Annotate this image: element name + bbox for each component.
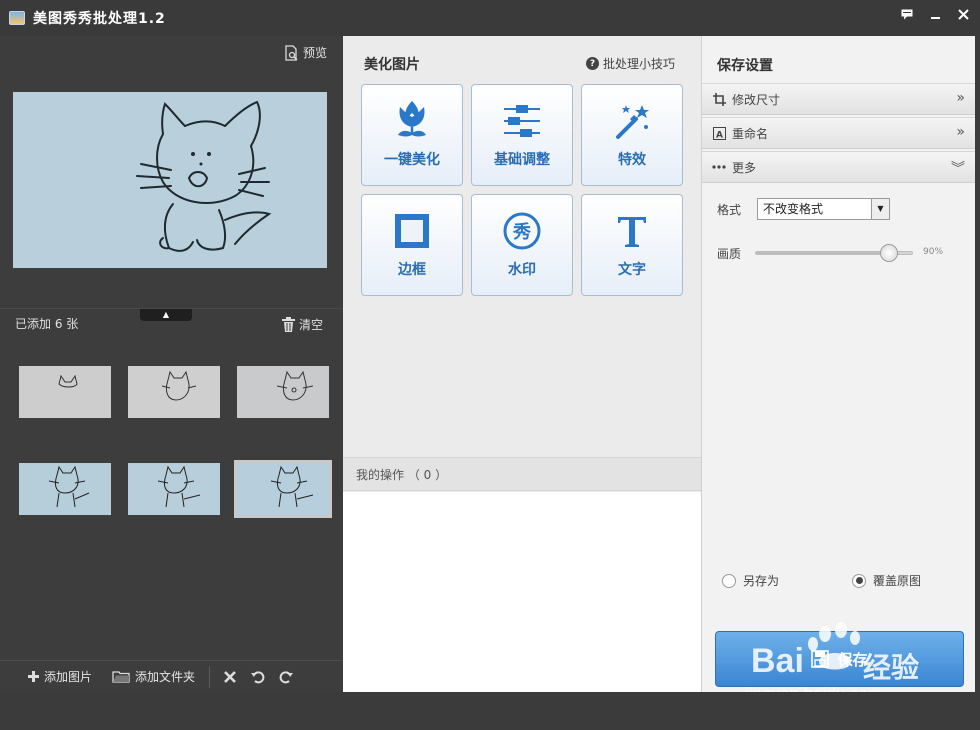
tool-frame[interactable]: 边框 — [361, 194, 463, 296]
tool-effects[interactable]: 特效 — [581, 84, 683, 186]
tool-basic-adjust[interactable]: 基础调整 — [471, 84, 573, 186]
folder-icon — [112, 671, 130, 683]
save-button[interactable]: 保存 — [715, 631, 964, 687]
text-t-icon — [610, 209, 654, 253]
batch-tips-link[interactable]: ? 批处理小技巧 — [585, 55, 675, 72]
image-list-panel: 预览 ▲ 已添加 6 张 清空 添加图片 添加文件夹 — [0, 36, 343, 692]
thumbnail-2[interactable] — [128, 366, 220, 418]
thumbnail-3[interactable] — [237, 366, 329, 418]
app-logo-icon — [9, 11, 25, 25]
magic-wand-icon — [610, 99, 654, 143]
quality-value: 90% — [923, 247, 944, 257]
rotate-right-button[interactable] — [272, 665, 300, 689]
preview-doc-icon — [285, 44, 298, 61]
chevron-right-icon: » — [956, 90, 965, 106]
title-bar: 美图秀秀批处理1.2 — [0, 0, 980, 36]
section-resize[interactable]: 修改尺寸 » — [702, 83, 975, 115]
radio-save-as[interactable] — [722, 573, 736, 588]
format-value: 不改变格式 — [763, 202, 824, 216]
window-controls — [894, 4, 976, 24]
section-label: 重命名 — [732, 126, 769, 141]
save-settings-panel: 保存设置 修改尺寸 » A 重命名 » 更多 ︾ 格式 不改变格式 ▼ 画质 9… — [701, 36, 975, 692]
add-image-label: 添加图片 — [44, 670, 93, 684]
tool-label: 文字 — [618, 262, 646, 278]
radio-overwrite[interactable] — [852, 573, 866, 588]
preview-label: 预览 — [302, 46, 327, 60]
crop-icon — [712, 92, 726, 106]
add-folder-label: 添加文件夹 — [135, 670, 196, 684]
tool-watermark[interactable]: 秀 水印 — [471, 194, 573, 296]
chevron-right-icon: » — [956, 124, 965, 140]
dots-icon — [712, 160, 726, 174]
toolbar-separator — [209, 665, 211, 688]
quality-slider[interactable] — [755, 244, 913, 262]
my-operations-list — [343, 492, 701, 692]
beautify-panel: 美化图片 ? 批处理小技巧 一键美化 基础调整 特效 边框 秀 水印 文字 我的… — [343, 36, 701, 692]
text-box-icon: A — [712, 126, 726, 140]
save-settings-title: 保存设置 — [717, 58, 773, 74]
format-label: 格式 — [717, 203, 742, 217]
chat-icon[interactable] — [894, 4, 920, 24]
svg-text:秀: 秀 — [512, 222, 531, 243]
rotate-right-icon — [279, 670, 294, 683]
added-count: 已添加 6 张 — [15, 317, 79, 331]
tips-label: 批处理小技巧 — [602, 57, 675, 71]
chevron-down-icon: ▼ — [871, 199, 889, 219]
tool-label: 水印 — [508, 262, 536, 278]
sliders-icon — [500, 99, 544, 143]
beautify-title: 美化图片 — [364, 57, 420, 73]
watermark-stamp-icon: 秀 — [500, 209, 544, 253]
plus-icon — [28, 671, 39, 682]
add-folder-button[interactable]: 添加文件夹 — [112, 668, 195, 685]
delete-button[interactable] — [216, 665, 244, 689]
collapse-preview-toggle[interactable]: ▲ — [140, 309, 192, 321]
rotate-left-button[interactable] — [244, 665, 272, 689]
add-image-button[interactable]: 添加图片 — [28, 668, 92, 685]
minimize-icon[interactable] — [922, 4, 948, 24]
tool-label: 边框 — [398, 262, 426, 278]
frame-icon — [390, 209, 434, 253]
save-as-label: 另存为 — [743, 574, 780, 588]
thumbnail-1[interactable] — [19, 366, 111, 418]
help-icon: ? — [585, 57, 599, 70]
trash-icon — [281, 317, 295, 332]
close-icon[interactable] — [950, 4, 976, 24]
tool-text[interactable]: 文字 — [581, 194, 683, 296]
quality-slider-fill — [756, 252, 890, 254]
section-label: 修改尺寸 — [732, 92, 781, 107]
rotate-left-icon — [251, 670, 265, 683]
format-select[interactable]: 不改变格式 ▼ — [757, 198, 890, 220]
quality-slider-handle[interactable] — [880, 244, 899, 262]
clear-button[interactable]: 清空 — [281, 316, 323, 333]
tool-one-click-beautify[interactable]: 一键美化 — [361, 84, 463, 186]
svg-text:A: A — [716, 130, 723, 140]
thumbnail-4[interactable] — [19, 463, 111, 515]
clear-label: 清空 — [298, 318, 323, 332]
my-operations-header: 我的操作 （ 0 ） — [343, 457, 701, 491]
tool-label: 基础调整 — [494, 152, 550, 168]
preview-image — [13, 92, 327, 268]
thumbnail-5[interactable] — [128, 463, 220, 515]
section-label: 更多 — [732, 160, 757, 175]
tool-label: 一键美化 — [384, 152, 440, 168]
window-title: 美图秀秀批处理1.2 — [33, 11, 166, 27]
overwrite-label: 覆盖原图 — [873, 574, 922, 588]
window-bottom-strip — [0, 692, 980, 730]
preview-button[interactable]: 预览 — [285, 44, 327, 61]
save-icon — [811, 650, 830, 668]
save-label: 保存 — [837, 650, 868, 669]
thumbnail-grid — [13, 362, 333, 542]
section-more[interactable]: 更多 ︾ — [702, 151, 975, 183]
section-rename[interactable]: A 重命名 » — [702, 117, 975, 149]
thumbnail-6-selected[interactable] — [234, 460, 332, 518]
save-as-option[interactable]: 另存为 — [722, 572, 779, 589]
tool-label: 特效 — [618, 152, 646, 168]
delete-x-icon — [224, 670, 236, 683]
quality-label: 画质 — [717, 247, 742, 261]
overwrite-option[interactable]: 覆盖原图 — [852, 572, 921, 589]
tulip-icon — [390, 99, 434, 143]
chevron-down-icon: ︾ — [951, 161, 965, 177]
list-toolbar: 添加图片 添加文件夹 — [0, 660, 343, 692]
